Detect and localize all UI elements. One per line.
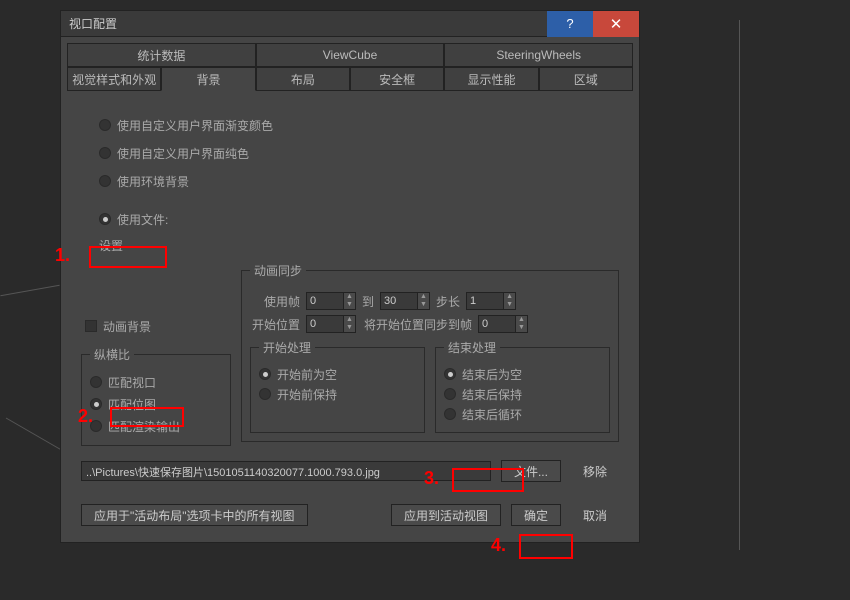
dialog-content: 使用自定义用户界面渐变颜色 使用自定义用户界面纯色 使用环境背景 使用文件: 设… xyxy=(61,91,639,492)
radio-match-bitmap-label: 匹配位图 xyxy=(108,396,156,413)
filepath-row: ..\Pictures\快速保存图片\1501051140320077.1000… xyxy=(81,460,619,482)
tabs-row-1: 统计数据 ViewCube SteeringWheels xyxy=(61,37,639,67)
help-button[interactable]: ? xyxy=(547,11,593,37)
radio-match-viewport-label: 匹配视口 xyxy=(108,374,156,391)
ok-button[interactable]: 确定 xyxy=(511,504,561,526)
radio-hold-after-label: 结束后保持 xyxy=(462,386,522,403)
tab-displayperf[interactable]: 显示性能 xyxy=(444,67,538,91)
tab-background[interactable]: 背景 xyxy=(161,67,255,91)
radio-blank-after[interactable] xyxy=(444,368,456,380)
aspect-ratio-fieldset: 纵横比 匹配视口 匹配位图 匹配渲染输出 xyxy=(81,346,231,446)
dialog-bottom-row: 应用于"活动布局"选项卡中的所有视图 应用到活动视图 确定 取消 xyxy=(61,492,639,542)
radio-match-render-row[interactable]: 匹配渲染输出 xyxy=(90,415,222,437)
radio-match-bitmap-row[interactable]: 匹配位图 xyxy=(90,393,222,415)
tab-visualstyle[interactable]: 视觉样式和外观 xyxy=(67,67,161,91)
close-button[interactable]: ✕ xyxy=(593,11,639,37)
radio-use-file[interactable] xyxy=(99,213,111,225)
start-proc-fieldset: 开始处理 开始前为空 开始前保持 xyxy=(250,339,425,433)
file-browse-button[interactable]: 文件... xyxy=(501,460,561,482)
radio-custom-solid-label: 使用自定义用户界面纯色 xyxy=(117,145,249,162)
radio-hold-after-row[interactable]: 结束后保持 xyxy=(444,384,601,404)
to-label: 到 xyxy=(362,293,374,310)
radio-blank-before-row[interactable]: 开始前为空 xyxy=(259,364,416,384)
tab-layout[interactable]: 布局 xyxy=(256,67,350,91)
use-frame-spinner[interactable]: ▲▼ xyxy=(306,292,356,310)
anim-sync-legend: 动画同步 xyxy=(250,262,306,279)
radio-blank-before-label: 开始前为空 xyxy=(277,366,337,383)
radio-blank-before[interactable] xyxy=(259,368,271,380)
radio-env-bg[interactable] xyxy=(99,175,111,187)
checkbox-anim-bg-row[interactable]: 动画背景 xyxy=(85,312,231,340)
radio-match-viewport[interactable] xyxy=(90,376,102,388)
radio-env-bg-row[interactable]: 使用环境背景 xyxy=(99,167,619,195)
anim-sync-fieldset: 动画同步 使用帧 ▲▼ 到 ▲▼ 步长 ▲▼ 开始位置 ▲▼ 将开始位置同步到帧… xyxy=(241,262,619,442)
start-proc-legend: 开始处理 xyxy=(259,339,315,356)
tab-safeframe[interactable]: 安全框 xyxy=(350,67,444,91)
radio-custom-gradient-label: 使用自定义用户界面渐变颜色 xyxy=(117,117,273,134)
start-pos-label: 开始位置 xyxy=(250,316,300,333)
aspect-ratio-legend: 纵横比 xyxy=(90,346,134,363)
start-pos-spinner[interactable]: ▲▼ xyxy=(306,315,356,333)
radio-match-render-label: 匹配渲染输出 xyxy=(108,418,180,435)
tabs-row-2: 视觉样式和外观 背景 布局 安全框 显示性能 区域 xyxy=(61,67,639,91)
dialog-title: 视口配置 xyxy=(69,15,117,32)
radio-blank-after-row[interactable]: 结束后为空 xyxy=(444,364,601,384)
radio-match-render[interactable] xyxy=(90,420,102,432)
radio-custom-solid[interactable] xyxy=(99,147,111,159)
sync-start-label: 将开始位置同步到帧 xyxy=(362,316,472,333)
tab-viewcube[interactable]: ViewCube xyxy=(256,43,445,67)
radio-loop-after[interactable] xyxy=(444,408,456,420)
radio-loop-after-row[interactable]: 结束后循环 xyxy=(444,404,601,424)
use-frame-label: 使用帧 xyxy=(250,293,300,310)
step-label: 步长 xyxy=(436,293,460,310)
dialog-titlebar[interactable]: 视口配置 ? ✕ xyxy=(61,11,639,37)
cancel-button[interactable]: 取消 xyxy=(571,504,619,526)
checkbox-anim-bg-label: 动画背景 xyxy=(103,318,151,335)
apply-all-button[interactable]: 应用于"活动布局"选项卡中的所有视图 xyxy=(81,504,308,526)
filepath-display: ..\Pictures\快速保存图片\1501051140320077.1000… xyxy=(81,461,491,481)
radio-custom-gradient[interactable] xyxy=(99,119,111,131)
to-spinner[interactable]: ▲▼ xyxy=(380,292,430,310)
radio-custom-gradient-row[interactable]: 使用自定义用户界面渐变颜色 xyxy=(99,111,619,139)
tab-steeringwheels[interactable]: SteeringWheels xyxy=(444,43,633,67)
step-spinner[interactable]: ▲▼ xyxy=(466,292,516,310)
viewport-config-dialog: 视口配置 ? ✕ 统计数据 ViewCube SteeringWheels 视觉… xyxy=(60,10,640,543)
sync-start-spinner[interactable]: ▲▼ xyxy=(478,315,528,333)
radio-hold-before-row[interactable]: 开始前保持 xyxy=(259,384,416,404)
remove-button[interactable]: 移除 xyxy=(571,460,619,482)
end-proc-legend: 结束处理 xyxy=(444,339,500,356)
radio-hold-before-label: 开始前保持 xyxy=(277,386,337,403)
radio-use-file-label: 使用文件: xyxy=(117,211,168,228)
radio-use-file-row[interactable]: 使用文件: xyxy=(99,205,619,233)
radio-loop-after-label: 结束后循环 xyxy=(462,406,522,423)
checkbox-anim-bg[interactable] xyxy=(85,320,97,332)
radio-custom-solid-row[interactable]: 使用自定义用户界面纯色 xyxy=(99,139,619,167)
end-proc-fieldset: 结束处理 结束后为空 结束后保持 结束后循环 xyxy=(435,339,610,433)
radio-hold-before[interactable] xyxy=(259,388,271,400)
radio-env-bg-label: 使用环境背景 xyxy=(117,173,189,190)
radio-hold-after[interactable] xyxy=(444,388,456,400)
radio-match-viewport-row[interactable]: 匹配视口 xyxy=(90,371,222,393)
settings-label: 设置 xyxy=(99,237,619,254)
apply-active-button[interactable]: 应用到活动视图 xyxy=(391,504,501,526)
radio-match-bitmap[interactable] xyxy=(90,398,102,410)
tab-regions[interactable]: 区域 xyxy=(539,67,633,91)
radio-blank-after-label: 结束后为空 xyxy=(462,366,522,383)
tab-statistics[interactable]: 统计数据 xyxy=(67,43,256,67)
